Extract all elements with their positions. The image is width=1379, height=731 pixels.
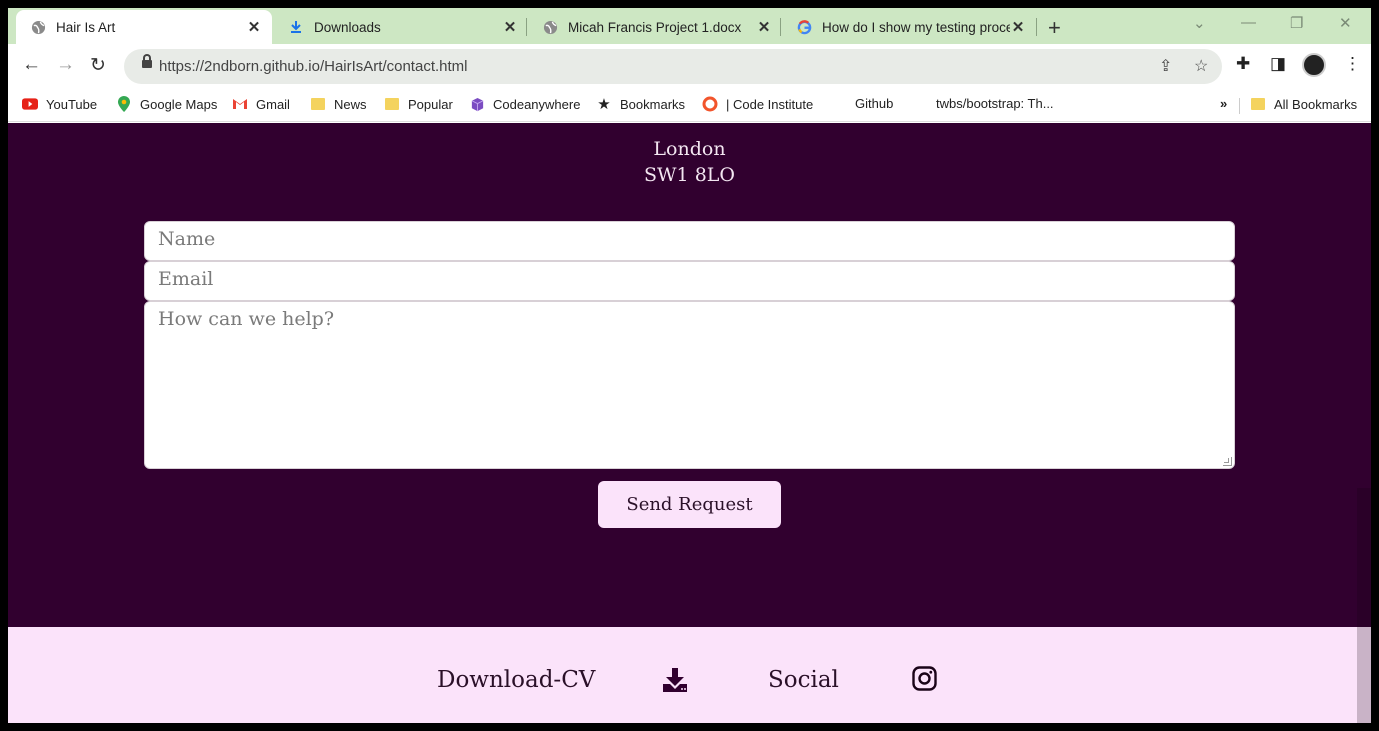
bookmark-all-bookmarks[interactable]: All Bookmarks bbox=[1250, 96, 1357, 112]
url-text: https://2ndborn.github.io/HairIsArt/cont… bbox=[159, 58, 468, 75]
scrollbar-thumb[interactable] bbox=[1357, 627, 1371, 723]
send-request-button[interactable]: Send Request bbox=[598, 481, 781, 528]
site-footer: Download-CV Social bbox=[8, 627, 1357, 723]
share-icon[interactable]: ⇪ bbox=[1159, 56, 1172, 76]
email-placeholder: Email bbox=[158, 268, 214, 290]
google-icon bbox=[796, 19, 812, 35]
tab-title: How do I show my testing proce bbox=[822, 19, 1010, 35]
cube-icon bbox=[469, 96, 485, 112]
name-field[interactable]: Name bbox=[144, 221, 1235, 261]
tab-micah-francis-project[interactable]: Micah Francis Project 1.docx ✕ bbox=[528, 10, 782, 44]
tab-strip: Hair Is Art ✕ Downloads ✕ Micah Francis … bbox=[8, 8, 1371, 44]
download-icon[interactable] bbox=[662, 667, 688, 698]
download-cv-link[interactable]: Download-CV bbox=[437, 667, 595, 693]
close-tab-icon[interactable]: ✕ bbox=[756, 18, 772, 36]
ring-icon bbox=[702, 96, 718, 112]
close-tab-icon[interactable]: ✕ bbox=[1010, 18, 1026, 36]
address-bar[interactable]: https://2ndborn.github.io/HairIsArt/cont… bbox=[124, 49, 1222, 84]
folder-icon bbox=[1250, 96, 1266, 112]
social-label: Social bbox=[768, 667, 839, 693]
minimize-icon[interactable]: — bbox=[1241, 14, 1256, 31]
globe-icon bbox=[542, 19, 558, 35]
folder-icon bbox=[384, 96, 400, 112]
bookmark-code-institute[interactable]: | Code Institute bbox=[702, 96, 813, 112]
bookmark-folder-news[interactable]: News bbox=[310, 96, 367, 112]
tab-divider bbox=[780, 18, 781, 36]
close-window-icon[interactable]: ✕ bbox=[1339, 14, 1352, 32]
star-bookmark-icon[interactable]: ☆ bbox=[1194, 56, 1208, 76]
gmail-icon bbox=[232, 96, 248, 112]
download-icon bbox=[288, 19, 304, 35]
tab-title: Micah Francis Project 1.docx bbox=[568, 19, 742, 35]
forward-arrow-icon[interactable]: → bbox=[56, 54, 75, 76]
globe-icon bbox=[30, 19, 46, 35]
name-placeholder: Name bbox=[158, 228, 216, 250]
bookmark-codeanywhere[interactable]: Codeanywhere bbox=[469, 96, 580, 112]
message-placeholder: How can we help? bbox=[158, 308, 335, 330]
profile-avatar[interactable] bbox=[1302, 53, 1326, 77]
bookmark-github[interactable]: Github bbox=[855, 96, 893, 111]
tab-search-chevron-icon[interactable]: ⌄ bbox=[1193, 14, 1206, 32]
page-viewport: London SW1 8LO Name Email How can we hel… bbox=[8, 123, 1371, 723]
tab-title: Hair Is Art bbox=[56, 19, 116, 35]
bookmark-youtube[interactable]: YouTube bbox=[22, 96, 97, 112]
new-tab-icon[interactable]: + bbox=[1048, 15, 1061, 41]
bookmark-bookmarks[interactable]: ★ Bookmarks bbox=[596, 96, 685, 113]
back-arrow-icon[interactable]: ← bbox=[22, 54, 41, 76]
tab-title: Downloads bbox=[314, 19, 381, 35]
bookmarks-overflow-chevron-icon[interactable]: » bbox=[1220, 96, 1227, 111]
contact-section: London SW1 8LO Name Email How can we hel… bbox=[8, 123, 1371, 627]
maps-pin-icon bbox=[116, 96, 132, 112]
message-textarea[interactable]: How can we help? bbox=[144, 301, 1235, 469]
instagram-icon[interactable] bbox=[912, 666, 937, 696]
bookmark-folder-popular[interactable]: Popular bbox=[384, 96, 453, 112]
tab-hair-is-art[interactable]: Hair Is Art ✕ bbox=[16, 10, 272, 44]
tab-downloads[interactable]: Downloads ✕ bbox=[274, 10, 528, 44]
youtube-icon bbox=[22, 96, 38, 112]
folder-icon bbox=[310, 96, 326, 112]
star-icon: ★ bbox=[597, 96, 611, 113]
bookmark-gmail[interactable]: Gmail bbox=[232, 96, 290, 112]
restore-icon[interactable]: ❐ bbox=[1290, 14, 1303, 32]
tab-divider bbox=[526, 18, 527, 36]
bookmarks-divider bbox=[1239, 98, 1240, 114]
tab-testing-process[interactable]: How do I show my testing proce ✕ bbox=[782, 10, 1036, 44]
menu-kebab-icon[interactable]: ⋮ bbox=[1344, 54, 1361, 74]
browser-toolbar: ← → ↻ https://2ndborn.github.io/HairIsAr… bbox=[8, 44, 1371, 88]
bookmark-bootstrap[interactable]: twbs/bootstrap: Th... bbox=[936, 96, 1054, 111]
email-field[interactable]: Email bbox=[144, 261, 1235, 301]
close-tab-icon[interactable]: ✕ bbox=[246, 18, 262, 36]
close-tab-icon[interactable]: ✕ bbox=[502, 18, 518, 36]
bookmark-google-maps[interactable]: Google Maps bbox=[116, 96, 217, 112]
resize-handle-icon[interactable] bbox=[1223, 457, 1232, 466]
tab-divider bbox=[1036, 18, 1037, 36]
browser-window: Hair Is Art ✕ Downloads ✕ Micah Francis … bbox=[8, 8, 1371, 723]
bookmarks-bar: YouTube Google Maps Gmail News Popular C… bbox=[8, 88, 1371, 122]
side-panel-icon[interactable]: ◨ bbox=[1270, 54, 1286, 74]
address-line-city: London bbox=[653, 138, 726, 160]
address-line-postcode: SW1 8LO bbox=[644, 164, 735, 186]
extensions-puzzle-icon[interactable]: ✚ bbox=[1236, 54, 1250, 74]
reload-icon[interactable]: ↻ bbox=[90, 54, 106, 77]
lock-icon bbox=[142, 54, 152, 68]
